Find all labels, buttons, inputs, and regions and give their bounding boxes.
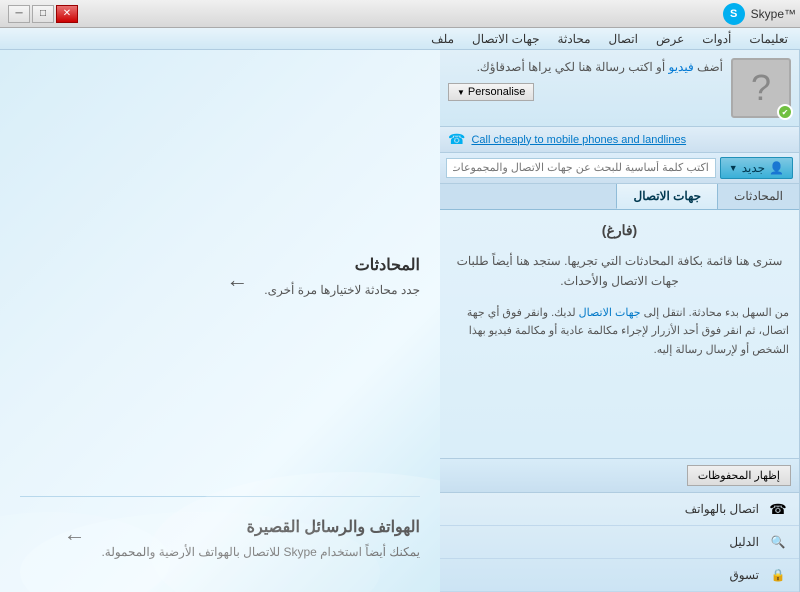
search-input[interactable]	[446, 158, 716, 178]
window-title: Skype™	[751, 7, 796, 21]
new-button[interactable]: 👤 جديد ▼	[720, 157, 793, 179]
main-container: ? ✔ أضف فيديو أو اكتب رسالة هنا لكي يراه…	[0, 50, 800, 592]
toolbar: 👤 جديد ▼	[440, 153, 799, 184]
restore-button[interactable]: □	[32, 5, 54, 23]
right-desc-conversations: جدد محادثة لاختيارها مرة أخرى.	[264, 281, 420, 300]
phone-nav-icon: ☎	[767, 498, 789, 520]
profile-text-rest: أو اكتب رسالة هنا لكي يراها أصدقاؤك.	[477, 60, 666, 74]
saved-area: إظهار المحفوظات	[440, 458, 799, 492]
nav-item-phones[interactable]: ☎ اتصال بالهواتف	[440, 493, 799, 526]
bottom-nav: ☎ اتصال بالهواتف 🔍 الدليل 🔒 تسوق	[440, 492, 799, 592]
dropdown-arrow-icon: ▼	[729, 163, 738, 173]
profile-area: ? ✔ أضف فيديو أو اكتب رسالة هنا لكي يراه…	[440, 50, 799, 127]
call-banner: ☎ Call cheaply to mobile phones and land…	[440, 127, 799, 153]
cloud-decoration	[0, 392, 440, 592]
call-banner-text[interactable]: Call cheaply to mobile phones and landli…	[471, 134, 686, 146]
profile-text-prefix: أضف	[697, 60, 723, 74]
shop-nav-icon: 🔒	[767, 564, 789, 586]
avatar-placeholder: ?	[751, 67, 771, 109]
menu-view[interactable]: عرض	[648, 30, 692, 48]
right-content-conversations: المحادثات جدد محادثة لاختيارها مرة أخرى.	[264, 255, 420, 300]
show-saved-button[interactable]: إظهار المحفوظات	[687, 465, 791, 486]
menubar: تعليمات أدوات عرض اتصال محادثة جهات الات…	[0, 28, 800, 50]
menu-file[interactable]: ملف	[423, 30, 462, 48]
contacts-content: (فارغ) ستری هنا قائمة بكافة المحادثات ال…	[440, 210, 799, 458]
menu-contacts[interactable]: جهات الاتصال	[464, 30, 548, 48]
minimize-button[interactable]: ─	[8, 5, 30, 23]
arrow-icon-conversations: ←	[226, 267, 248, 293]
status-indicator: ✔	[777, 104, 793, 120]
right-panel: المحادثات جدد محادثة لاختيارها مرة أخرى.…	[0, 50, 440, 592]
menu-tools[interactable]: أدوات	[694, 30, 739, 48]
menu-conversation[interactable]: محادثة	[550, 30, 599, 48]
tab-contacts[interactable]: جهات الاتصال	[616, 184, 717, 209]
right-title-conversations: المحادثات	[264, 255, 420, 275]
titlebar-left: S Skype™	[723, 3, 796, 25]
close-button[interactable]: ✕	[56, 5, 78, 23]
profile-message: أضف فيديو أو اكتب رسالة هنا لكي يراها أص…	[448, 58, 723, 77]
nav-label-phones: اتصال بالهواتف	[685, 502, 759, 516]
empty-state-text1: ستری هنا قائمة بكافة المحادثات التي تجري…	[450, 251, 789, 292]
nav-label-directory: الدليل	[729, 535, 759, 549]
profile-right: أضف فيديو أو اكتب رسالة هنا لكي يراها أص…	[448, 58, 723, 101]
nav-item-directory[interactable]: 🔍 الدليل	[440, 526, 799, 559]
tab-conversations[interactable]: المحادثات	[717, 184, 799, 209]
titlebar-buttons: ─ □ ✕	[8, 5, 78, 23]
nav-item-shop[interactable]: 🔒 تسوق	[440, 559, 799, 592]
status-check-icon: ✔	[782, 108, 789, 117]
empty-text-prefix: من السهل بدء محادثة. انتقل إلى	[641, 307, 789, 319]
phone-icon: ☎	[448, 131, 465, 148]
profile-video-link[interactable]: فيديو	[669, 60, 694, 74]
tabs: المحادثات جهات الاتصال	[440, 184, 799, 210]
personalise-button[interactable]: Personalise	[448, 83, 534, 101]
menu-call[interactable]: اتصال	[601, 30, 646, 48]
contacts-link[interactable]: جهات الاتصال	[579, 307, 641, 319]
search-nav-icon: 🔍	[767, 531, 789, 553]
nav-label-shop: تسوق	[729, 568, 759, 582]
new-button-label: جديد	[742, 161, 765, 175]
person-icon: 👤	[769, 161, 784, 175]
left-panel: ? ✔ أضف فيديو أو اكتب رسالة هنا لكي يراه…	[440, 50, 800, 592]
titlebar: S Skype™ ─ □ ✕	[0, 0, 800, 28]
empty-state-title: (فارغ)	[450, 222, 789, 239]
menu-help[interactable]: تعليمات	[741, 30, 796, 48]
skype-logo-text: S	[730, 8, 737, 20]
empty-state-text2: من السهل بدء محادثة. انتقل إلى جهات الات…	[450, 304, 789, 360]
skype-logo: S	[723, 3, 745, 25]
